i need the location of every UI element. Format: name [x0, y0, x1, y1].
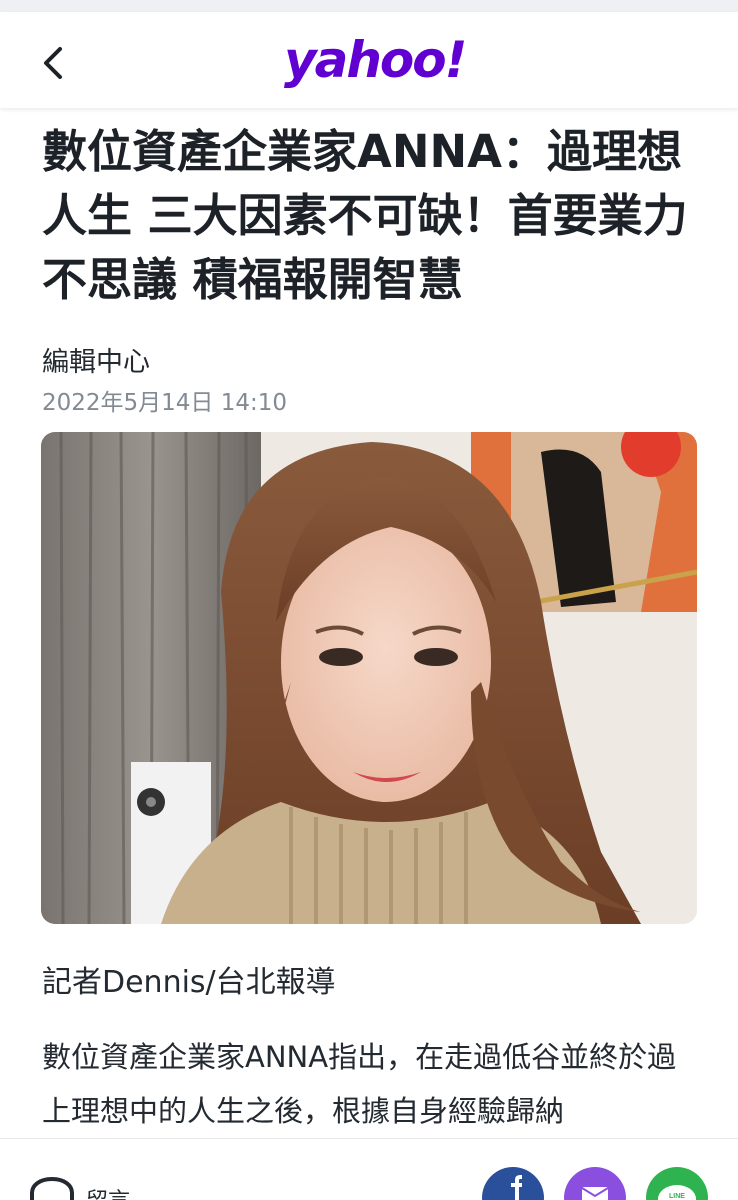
comment-label: 留言: [86, 1183, 130, 1200]
comment-button[interactable]: 留言: [28, 1175, 130, 1200]
article-body-paragraph: 數位資產企業家ANNA指出，在走過低谷並終於過上理想中的人生之後，根據自身經驗歸…: [42, 1040, 677, 1128]
publish-date: 2022年5月14日 14:10: [42, 390, 288, 416]
svg-text:LINE: LINE: [669, 1193, 685, 1200]
share-line-button[interactable]: LINE: [646, 1167, 708, 1200]
yahoo-logo[interactable]: yahoo!: [284, 30, 467, 90]
back-button[interactable]: [30, 40, 76, 86]
speech-bubble-icon: [30, 1176, 74, 1200]
article-title: 數位資產企業家ANNA：過理想人生 三大因素不可缺！首要業力不思議 積福報開智慧: [42, 125, 688, 306]
status-strip: [0, 0, 738, 12]
mail-icon: [581, 1187, 609, 1200]
portrait-image: [41, 432, 697, 924]
chevron-left-icon: [44, 47, 62, 79]
share-facebook-button[interactable]: [482, 1167, 544, 1200]
reporter-byline: 記者Dennis/台北報導: [42, 965, 336, 1000]
share-mail-button[interactable]: [564, 1167, 626, 1200]
bottom-action-bar: 留言 LINE: [0, 1138, 738, 1200]
hero-photo[interactable]: [41, 432, 697, 924]
author-name[interactable]: 編輯中心: [42, 340, 150, 379]
line-icon: LINE: [658, 1185, 696, 1200]
facebook-icon: [511, 1175, 522, 1200]
top-navbar: yahoo!: [0, 12, 738, 108]
